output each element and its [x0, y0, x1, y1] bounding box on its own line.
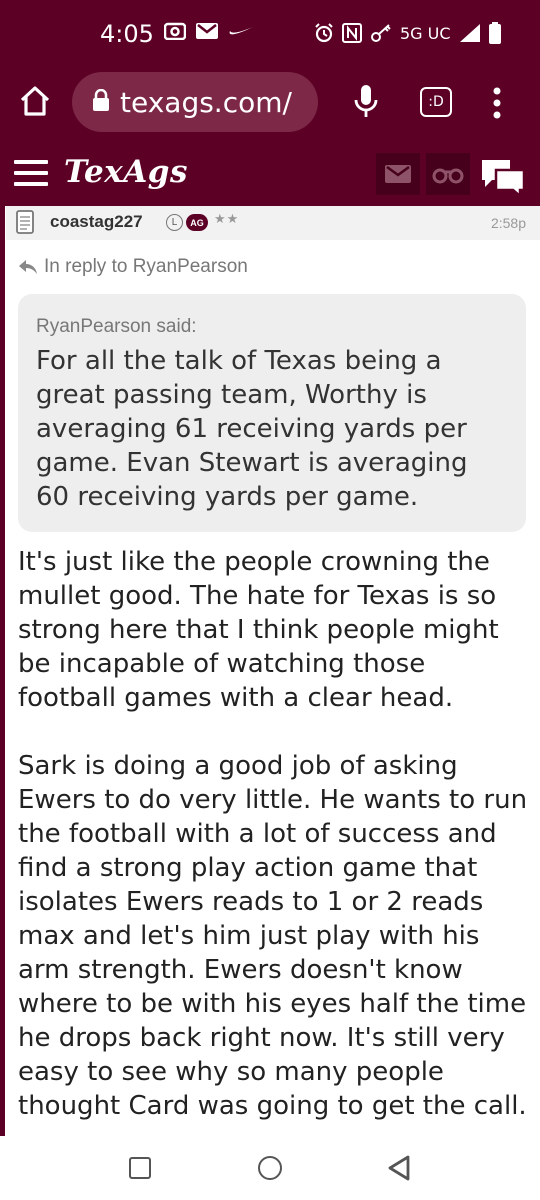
- camera-icon: [164, 22, 186, 40]
- microphone-icon: [354, 85, 378, 117]
- reply-arrow-icon: [19, 260, 37, 274]
- user-rating-stars: ★★: [214, 212, 240, 227]
- hamburger-menu-button[interactable]: [14, 160, 48, 186]
- mail-icon: [196, 23, 218, 39]
- quote-text: For all the talk of Texas being a great …: [36, 346, 468, 512]
- chat-button[interactable]: [480, 158, 526, 199]
- voice-search-button[interactable]: [352, 84, 380, 120]
- tab-switcher-button[interactable]: :D: [420, 87, 452, 117]
- post-header: coastag227 L AG ★★ 2:58p: [6, 206, 540, 240]
- site-logo[interactable]: TexAgs: [64, 154, 188, 190]
- url-text: texags.com/: [120, 85, 292, 119]
- home-nav-button[interactable]: [258, 1156, 282, 1180]
- binoculars-icon: [432, 168, 464, 184]
- envelope-icon: [385, 165, 411, 183]
- ag-badge: AG: [186, 214, 208, 231]
- status-bar: 4:05 5G UC: [0, 0, 540, 64]
- post-body: It's just like the people crowning the m…: [18, 545, 528, 1157]
- back-triangle-icon: [388, 1155, 410, 1181]
- post-left-rule: [0, 206, 5, 1136]
- post-paragraph: Sark is doing a good job of asking Ewers…: [18, 751, 528, 1121]
- browser-menu-button[interactable]: [490, 86, 504, 120]
- messages-button[interactable]: [376, 153, 420, 195]
- system-navigation-bar: [0, 1136, 540, 1200]
- alarm-icon: [314, 23, 334, 43]
- browser-toolbar: texags.com/ :D: [0, 64, 540, 142]
- post-username[interactable]: coastag227: [50, 212, 143, 232]
- status-notification-icons: [164, 22, 254, 40]
- home-button[interactable]: [18, 84, 52, 118]
- status-time: 4:05: [100, 20, 154, 48]
- lock-icon: [92, 88, 110, 115]
- site-header: TexAgs: [0, 142, 540, 206]
- reply-to-text: In reply to RyanPearson: [44, 256, 248, 277]
- chat-bubbles-icon: [482, 160, 526, 199]
- network-label: 5G UC: [400, 23, 451, 43]
- post-timestamp: 2:58p: [490, 215, 526, 231]
- watch-button[interactable]: [426, 153, 470, 195]
- nike-icon: [228, 25, 254, 37]
- nfc-icon: [342, 23, 362, 43]
- quote-block: RyanPearson said: For all the talk of Te…: [18, 294, 526, 532]
- home-icon: [20, 86, 50, 116]
- status-system-icons: 5G UC: [314, 22, 501, 44]
- recents-button[interactable]: [129, 1157, 151, 1179]
- reply-to-link[interactable]: In reply to RyanPearson: [18, 256, 248, 278]
- lifetime-badge: L: [166, 214, 183, 231]
- back-button[interactable]: [386, 1154, 412, 1182]
- signal-icon: [459, 23, 481, 43]
- key-icon: [370, 23, 392, 43]
- battery-icon: [488, 22, 501, 44]
- post-document-icon[interactable]: [16, 210, 34, 234]
- post-paragraph: It's just like the people crowning the m…: [18, 547, 499, 713]
- address-bar[interactable]: texags.com/: [72, 72, 318, 132]
- kebab-menu-icon: [493, 87, 501, 119]
- quote-author[interactable]: RyanPearson said:: [36, 316, 508, 338]
